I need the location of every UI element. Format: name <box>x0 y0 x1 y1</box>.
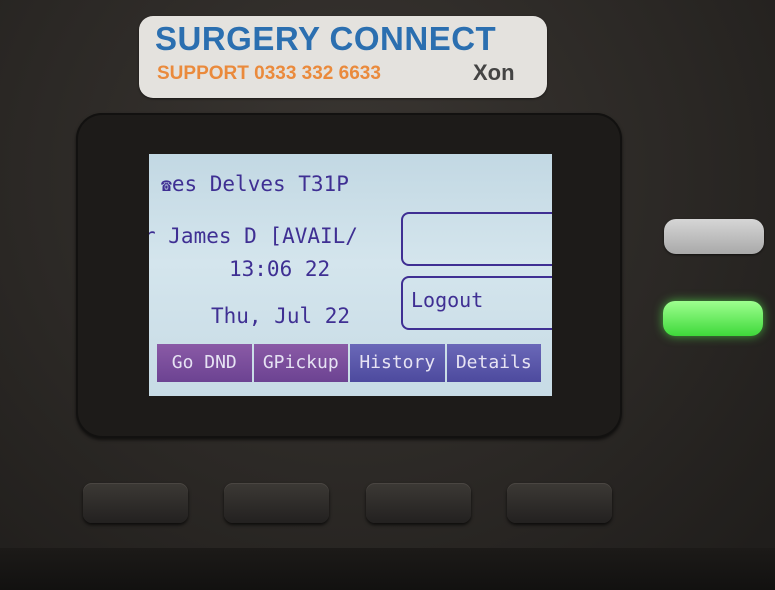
phone-icon: ☎ <box>161 175 172 196</box>
softkey-gpickup[interactable]: GPickup <box>253 344 348 382</box>
line-button-2-led[interactable] <box>663 301 763 336</box>
softkey-details[interactable]: Details <box>446 344 541 382</box>
sticker-logo: Xon <box>473 60 515 85</box>
sticker-support-number: SUPPORT 0333 332 6633 <box>157 63 381 84</box>
softkey-go-dnd[interactable]: Go DND <box>157 344 252 382</box>
status-text: r James D [AVAIL/ <box>149 224 358 248</box>
lcd-screen: ☎es Delves T31P r James D [AVAIL/ 13:06 … <box>149 154 552 396</box>
hardware-softkey-3[interactable] <box>366 483 471 523</box>
phone-edge <box>0 548 775 590</box>
logout-label: Logout <box>411 288 484 312</box>
time-text: 13:06 22 <box>229 257 331 281</box>
line-name: es Delves T31P <box>171 172 349 196</box>
line-name-row: ☎es Delves T31P <box>161 172 349 196</box>
softkey-bar: Go DND GPickup History Details <box>157 344 543 382</box>
hardware-softkey-4[interactable] <box>507 483 612 523</box>
line-key-1[interactable] <box>401 212 552 266</box>
sticker-title: SURGERY CONNECT <box>155 20 497 57</box>
logout-key[interactable]: Logout <box>401 276 552 330</box>
support-sticker: SURGERY CONNECT SUPPORT 0333 332 6633 Xo… <box>139 16 547 98</box>
line-button-1[interactable] <box>664 219 764 254</box>
softkey-history[interactable]: History <box>350 344 445 382</box>
hardware-softkey-1[interactable] <box>83 483 188 523</box>
hardware-softkey-2[interactable] <box>224 483 329 523</box>
date-text: Thu, Jul 22 <box>211 304 351 328</box>
